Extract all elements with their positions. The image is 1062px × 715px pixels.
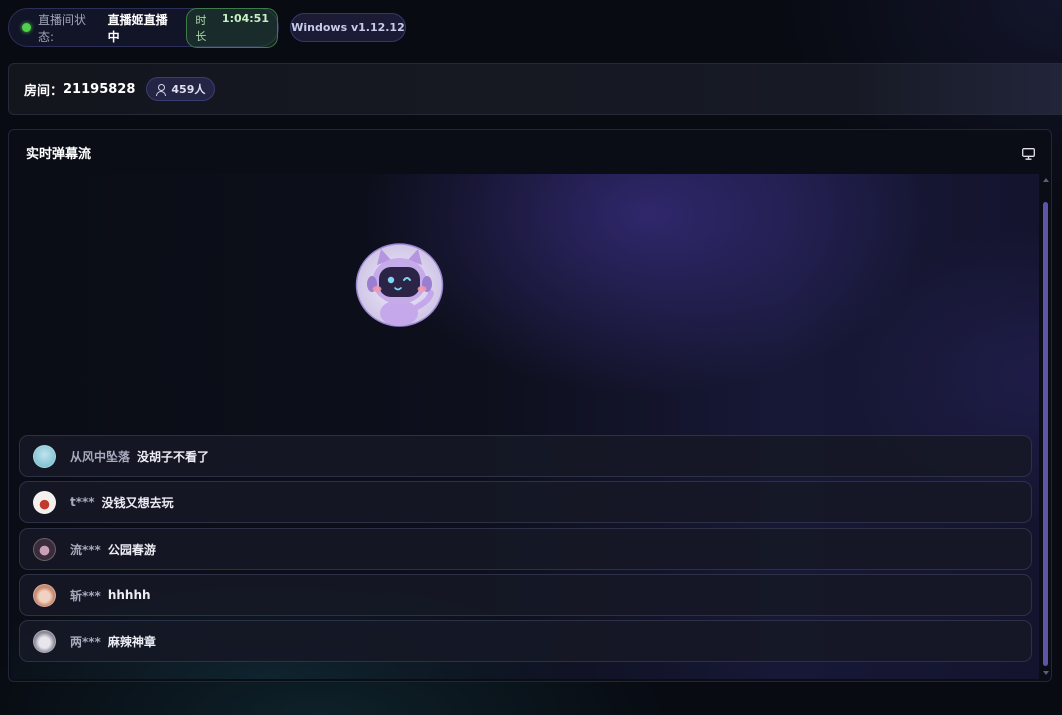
scroll-down-arrow-icon[interactable] — [1043, 671, 1049, 675]
viewer-count: 459人 — [171, 83, 206, 96]
danmaku-item: t*** 没钱又想去玩 — [19, 481, 1032, 523]
user-icon — [156, 83, 167, 96]
danmaku-message: 没胡子不看了 — [137, 449, 210, 464]
room-id: 21195828 — [63, 81, 136, 97]
danmaku-item: 从风中坠落 没胡子不看了 — [19, 435, 1032, 477]
danmaku-item: 两*** 麻辣神章 — [19, 620, 1032, 662]
avatar — [33, 583, 56, 607]
danmaku-message: 麻辣神章 — [107, 634, 156, 649]
danmaku-username: 两*** — [70, 634, 101, 649]
avatar — [33, 490, 56, 514]
scrollbar-thumb[interactable] — [1043, 202, 1048, 666]
status-label: 直播间状态: — [37, 12, 86, 44]
scroll-up-arrow-icon[interactable] — [1043, 178, 1049, 182]
avatar — [33, 444, 56, 468]
mascot-avatar-icon — [355, 243, 444, 327]
danmaku-message: 没钱又想去玩 — [101, 495, 174, 510]
danmaku-item: 斩*** hhhhh — [19, 574, 1032, 616]
danmaku-scrollbar[interactable] — [1040, 174, 1051, 679]
danmaku-username: 从风中坠落 — [70, 449, 131, 464]
live-status-pill: 直播间状态: 直播姬直播中 时长 1:04:51 — [8, 7, 279, 48]
room-label: 房间： — [24, 83, 64, 99]
danmaku-username: 斩*** — [70, 588, 101, 603]
room-info-bar: 房间： 21195828 459人 — [8, 63, 1062, 115]
monitor-icon[interactable] — [1022, 148, 1035, 160]
danmaku-message: hhhhh — [107, 588, 151, 602]
viewer-count-badge: 459人 — [146, 77, 216, 101]
danmaku-username: 流*** — [70, 542, 101, 557]
duration-value: 1:04:51 — [221, 11, 269, 25]
panel-header: 实时弹幕流 — [9, 130, 1051, 174]
danmaku-item: 流*** 公园春游 — [19, 528, 1032, 570]
duration-label: 时长 — [195, 13, 207, 43]
danmaku-username: t*** — [70, 495, 95, 509]
duration-badge: 时长 1:04:51 — [186, 7, 278, 48]
danmaku-panel: 实时弹幕流 从风中坠落 没胡子不看了 t*** 没钱又想去玩 流*** 公园春游… — [8, 129, 1052, 682]
avatar — [33, 629, 56, 653]
live-status-dot-icon — [22, 23, 31, 32]
danmaku-message: 公园春游 — [107, 542, 156, 557]
version-badge: Windows v1.12.12 — [290, 13, 406, 42]
panel-title: 实时弹幕流 — [26, 146, 92, 162]
status-value: 直播姬直播中 — [107, 12, 168, 44]
avatar — [33, 537, 56, 561]
